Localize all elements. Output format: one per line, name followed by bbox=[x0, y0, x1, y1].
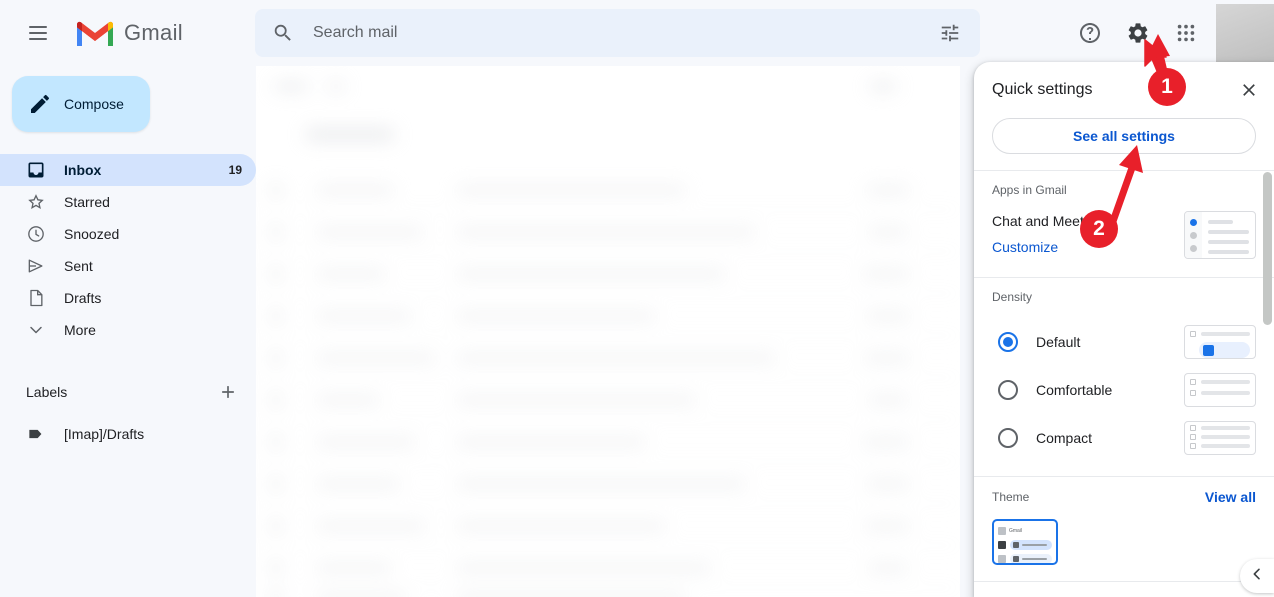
sidebar-item-more[interactable]: More bbox=[0, 314, 256, 346]
quick-settings-scrollbar[interactable] bbox=[1263, 172, 1272, 325]
density-thumbnail-compact[interactable] bbox=[1184, 421, 1256, 455]
top-app-bar: Gmail bbox=[0, 0, 1274, 66]
thumbnail-rail bbox=[1185, 212, 1202, 258]
avatar[interactable] bbox=[1216, 4, 1274, 62]
sidebar-label-item[interactable]: [Imap]/Drafts bbox=[0, 418, 256, 450]
quick-settings-panel: Quick settings See all settings Apps in … bbox=[974, 62, 1274, 597]
theme-section: Theme View all Gmail bbox=[974, 477, 1274, 565]
gear-icon[interactable] bbox=[1114, 9, 1162, 57]
see-all-settings-button[interactable]: See all settings bbox=[992, 118, 1256, 154]
inbox-icon bbox=[26, 160, 46, 180]
pencil-icon bbox=[28, 92, 52, 116]
star-icon bbox=[26, 192, 46, 212]
mail-list-blurred[interactable] bbox=[256, 60, 960, 597]
sidebar-item-label: Starred bbox=[64, 194, 110, 210]
density-section-title: Density bbox=[992, 290, 1033, 304]
radio-comfortable[interactable] bbox=[998, 380, 1018, 400]
chat-and-meet-row: Chat and Meet Customize bbox=[992, 211, 1256, 259]
annotation-badge-1: 1 bbox=[1148, 68, 1186, 106]
density-option-compact[interactable]: Compact bbox=[992, 414, 1256, 462]
search-input[interactable] bbox=[303, 24, 930, 42]
sidebar-item-snoozed[interactable]: Snoozed bbox=[0, 218, 256, 250]
brand-label: Gmail bbox=[124, 20, 183, 45]
density-option-comfortable[interactable]: Comfortable bbox=[992, 366, 1256, 414]
compose-button[interactable]: Compose bbox=[12, 76, 150, 132]
search-icon[interactable] bbox=[263, 13, 303, 53]
theme-thumbnail-brand: Gmail bbox=[1009, 528, 1023, 534]
density-label: Comfortable bbox=[1036, 382, 1113, 398]
collapse-side-panel-button[interactable] bbox=[1240, 559, 1274, 593]
quick-settings-header: Quick settings bbox=[974, 62, 1274, 118]
send-icon bbox=[26, 256, 46, 276]
label-tag-icon bbox=[26, 424, 46, 444]
chat-layout-thumbnail[interactable] bbox=[1184, 211, 1256, 259]
annotation-badge-2: 2 bbox=[1080, 210, 1118, 248]
clock-icon bbox=[26, 224, 46, 244]
apps-grid-icon[interactable] bbox=[1162, 9, 1210, 57]
density-option-default[interactable]: Default bbox=[992, 318, 1256, 366]
theme-section-title: Theme bbox=[992, 490, 1030, 504]
sidebar-item-starred[interactable]: Starred bbox=[0, 186, 256, 218]
sidebar-item-drafts[interactable]: Drafts bbox=[0, 282, 256, 314]
divider bbox=[974, 581, 1274, 582]
labels-title: Labels bbox=[26, 384, 68, 400]
sidebar: Compose Inbox 19 Starred Snoozed Sent Dr… bbox=[0, 66, 256, 597]
gmail-m-logo bbox=[74, 17, 116, 49]
density-label: Default bbox=[1036, 334, 1081, 350]
sidebar-item-inbox[interactable]: Inbox 19 bbox=[0, 154, 256, 186]
quick-settings-body: See all settings Apps in Gmail Chat and … bbox=[974, 118, 1274, 597]
density-label: Compact bbox=[1036, 430, 1093, 446]
gmail-app-window: Gmail Search mail Compose Inbox 19 Starr… bbox=[0, 0, 1274, 597]
theme-thumbnail-default[interactable]: Gmail bbox=[992, 519, 1058, 565]
mail-toolbar-placeholder bbox=[270, 68, 942, 106]
draft-icon bbox=[26, 288, 46, 308]
sidebar-item-sent[interactable]: Sent bbox=[0, 250, 256, 282]
search-options-icon[interactable] bbox=[930, 13, 970, 53]
search-bar[interactable] bbox=[255, 9, 980, 57]
sidebar-item-label: Snoozed bbox=[64, 226, 120, 242]
mail-list-blur-layer bbox=[256, 60, 960, 597]
sidebar-item-label: Inbox bbox=[64, 162, 102, 178]
chevron-down-icon bbox=[26, 320, 46, 340]
labels-header: Labels bbox=[0, 372, 256, 412]
density-thumbnail-default[interactable] bbox=[1184, 325, 1256, 359]
sidebar-item-label: Drafts bbox=[64, 290, 102, 306]
radio-default[interactable] bbox=[998, 332, 1018, 352]
gmail-brand[interactable]: Gmail bbox=[74, 17, 183, 49]
help-question-icon[interactable] bbox=[1066, 9, 1114, 57]
chevron-left-icon bbox=[1249, 566, 1265, 587]
sidebar-label-text: [Imap]/Drafts bbox=[64, 426, 145, 442]
sidebar-item-label: Sent bbox=[64, 258, 93, 274]
plus-icon[interactable] bbox=[218, 382, 238, 402]
thumbnail-lines bbox=[1202, 212, 1255, 258]
view-all-themes-link[interactable]: View all bbox=[1205, 489, 1256, 505]
quick-settings-title: Quick settings bbox=[992, 81, 1093, 98]
customize-link[interactable]: Customize bbox=[992, 239, 1058, 255]
radio-compact[interactable] bbox=[998, 428, 1018, 448]
inbox-unread-count: 19 bbox=[228, 163, 242, 177]
sidebar-nav: Inbox 19 Starred Snoozed Sent Drafts Mor… bbox=[0, 154, 256, 346]
apps-in-gmail-section: Apps in Gmail Chat and Meet Customize bbox=[974, 171, 1274, 259]
close-icon[interactable] bbox=[1232, 73, 1266, 107]
hamburger-menu-icon[interactable] bbox=[14, 9, 62, 57]
header-actions bbox=[1066, 0, 1274, 66]
compose-label: Compose bbox=[64, 96, 124, 112]
apps-section-title: Apps in Gmail bbox=[992, 183, 1067, 197]
sidebar-item-label: More bbox=[64, 322, 96, 338]
density-thumbnail-comfortable[interactable] bbox=[1184, 373, 1256, 407]
density-section: Density Default Comfortable Compact bbox=[974, 278, 1274, 462]
